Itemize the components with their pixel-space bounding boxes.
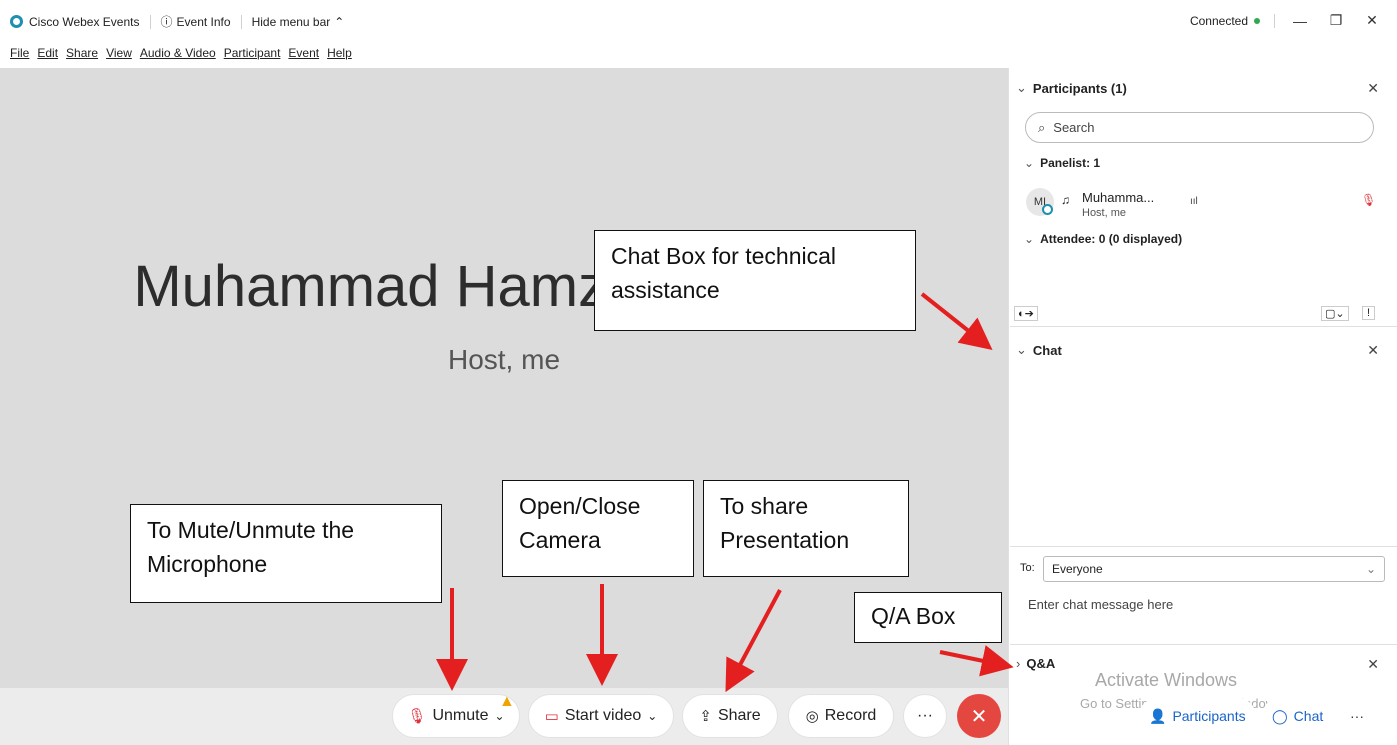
chat-button-label: Chat [1293, 708, 1324, 724]
webex-logo-icon [10, 15, 23, 28]
chat-panel-button[interactable]: ◯ Chat [1262, 698, 1334, 734]
divider [1010, 644, 1397, 645]
chevron-down-icon: ⌄ [1024, 232, 1035, 246]
annotation-mute: To Mute/Unmute the Microphone [130, 504, 442, 603]
mic-muted-icon: 🎙 [407, 708, 427, 725]
menu-help[interactable]: Help [327, 46, 352, 60]
chevron-down-icon: ⌄ [1016, 342, 1027, 357]
event-info-label: Event Info [176, 14, 231, 29]
chat-recipient-value: Everyone [1052, 562, 1103, 576]
minimize-button[interactable]: — [1289, 13, 1311, 29]
start-video-button[interactable]: ▭ Start video ⌄ [528, 694, 674, 738]
hide-menu-bar-button[interactable]: Hide menu bar ⌃ [252, 15, 345, 29]
participants-button-label: Participants [1172, 708, 1246, 724]
chevron-up-icon: ⌃ [334, 14, 345, 29]
leave-meeting-button[interactable]: ✕ [957, 694, 1001, 738]
separator [240, 14, 242, 29]
participants-title: Participants (1) [1032, 80, 1127, 96]
chat-header[interactable]: ⌄ Chat [1016, 342, 1062, 358]
participant-search-input[interactable]: ⌕ Search [1025, 112, 1374, 143]
annotation-qa: Q/A Box [854, 592, 1002, 643]
hide-menu-bar-label: Hide menu bar [251, 14, 331, 29]
avatar: MI [1026, 188, 1054, 216]
chevron-down-icon: ⌄ [1365, 562, 1376, 576]
search-icon: ⌕ [1038, 119, 1046, 135]
chat-message-input[interactable]: Enter chat message here [1028, 597, 1173, 612]
chevron-right-icon: › [1016, 656, 1021, 671]
video-off-icon: ▭ [544, 708, 559, 725]
participant-name[interactable]: Muhamma... [1082, 190, 1154, 205]
sidebar-more-button[interactable]: ··· [1340, 698, 1374, 734]
app-title: Cisco Webex Events [29, 14, 140, 29]
menu-edit[interactable]: Edit [37, 46, 58, 60]
chevron-down-icon[interactable]: ⌄ [495, 709, 505, 723]
participants-panel-button[interactable]: 👤 Participants [1139, 698, 1256, 734]
share-label: Share [717, 707, 761, 724]
share-icon: ⇪ [699, 708, 712, 725]
search-placeholder: Search [1053, 120, 1095, 135]
share-button[interactable]: ⇪ Share [682, 694, 778, 738]
unmute-label: Unmute [432, 707, 489, 724]
menu-participant[interactable]: Participant [224, 46, 281, 60]
chevron-down-icon[interactable]: ⌄ [647, 709, 657, 723]
menu-bar: File Edit Share View Audio & Video Parti… [10, 46, 352, 60]
chevron-down-icon: ⌄ [1024, 156, 1035, 170]
menu-audio-video[interactable]: Audio & Video [140, 46, 216, 60]
warning-icon: ▲ [499, 693, 515, 710]
record-button[interactable]: ◎ Record [788, 694, 894, 738]
more-options-button[interactable]: ··· [903, 694, 947, 738]
headset-icon: ♫ [1061, 193, 1070, 207]
menu-event[interactable]: Event [288, 46, 319, 60]
record-label: Record [824, 707, 877, 724]
chat-to-label: To: [1020, 562, 1035, 574]
chat-title: Chat [1032, 342, 1062, 358]
close-chat-button[interactable]: ✕ [1367, 342, 1379, 359]
participant-actions-icon[interactable]: ▢⌄ [1321, 306, 1349, 321]
qa-header[interactable]: › Q&A [1016, 656, 1055, 671]
signal-bars-icon: ııl [1190, 196, 1198, 207]
connected-dot-icon [1254, 17, 1260, 24]
chat-bubble-icon: ◯ [1272, 707, 1288, 724]
status-icon [1042, 204, 1053, 215]
annotation-chat-box: Chat Box for technical assistance [594, 230, 916, 331]
panelist-group-label: Panelist: 1 [1040, 156, 1101, 170]
attendee-group[interactable]: ⌄ Attendee: 0 (0 displayed) [1024, 232, 1182, 246]
restore-button[interactable]: ❐ [1325, 12, 1347, 29]
close-window-button[interactable]: ✕ [1361, 12, 1383, 29]
record-icon: ◎ [805, 708, 819, 725]
participants-icon: 👤 [1149, 707, 1167, 724]
close-qa-button[interactable]: ✕ [1367, 656, 1379, 673]
annotation-share: To share Presentation [703, 480, 909, 577]
separator [1274, 13, 1275, 28]
presenter-role: Host, me [447, 344, 561, 375]
menu-share[interactable]: Share [66, 46, 98, 60]
annotation-camera: Open/Close Camera [502, 480, 694, 577]
participant-role: Host, me [1082, 207, 1127, 219]
attendee-group-label: Attendee: 0 (0 displayed) [1040, 232, 1183, 246]
close-participants-button[interactable]: ✕ [1367, 80, 1379, 97]
menu-file[interactable]: File [10, 46, 29, 60]
separator [149, 14, 151, 29]
raise-hand-toggle-icon[interactable]: ◐➔ [1014, 306, 1038, 321]
divider [1010, 546, 1397, 547]
event-info-button[interactable]: ⓘ Event Info [161, 13, 231, 30]
panelist-group[interactable]: ⌄ Panelist: 1 [1024, 156, 1100, 170]
mic-muted-icon[interactable]: 🎙 [1361, 193, 1376, 207]
info-icon: ⓘ [160, 15, 173, 29]
menu-view[interactable]: View [106, 46, 132, 60]
activation-watermark: Activate Windows [1095, 670, 1238, 690]
chevron-down-icon: ⌄ [1016, 80, 1027, 95]
participants-header[interactable]: ⌄ Participants (1) [1016, 80, 1127, 96]
title-bar: Cisco Webex Events ⓘ Event Info Hide men… [0, 0, 1397, 40]
connection-status: Connected [1189, 13, 1248, 28]
start-video-label: Start video [564, 707, 642, 724]
divider [1010, 326, 1397, 327]
qa-title: Q&A [1026, 656, 1056, 671]
chat-recipient-select[interactable]: Everyone ⌄ [1043, 556, 1385, 582]
more-actions-icon[interactable]: ! [1362, 306, 1376, 320]
